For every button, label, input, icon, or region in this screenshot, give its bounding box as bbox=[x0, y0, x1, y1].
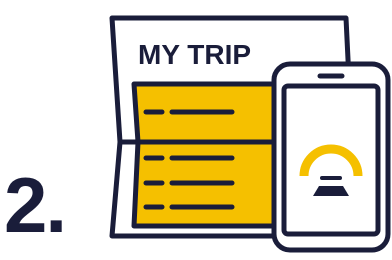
document-title: MY TRIP bbox=[138, 39, 251, 70]
trip-illustration: MY TRIP bbox=[109, 15, 391, 253]
smartphone-icon bbox=[271, 61, 391, 253]
phone-screen bbox=[281, 83, 381, 237]
